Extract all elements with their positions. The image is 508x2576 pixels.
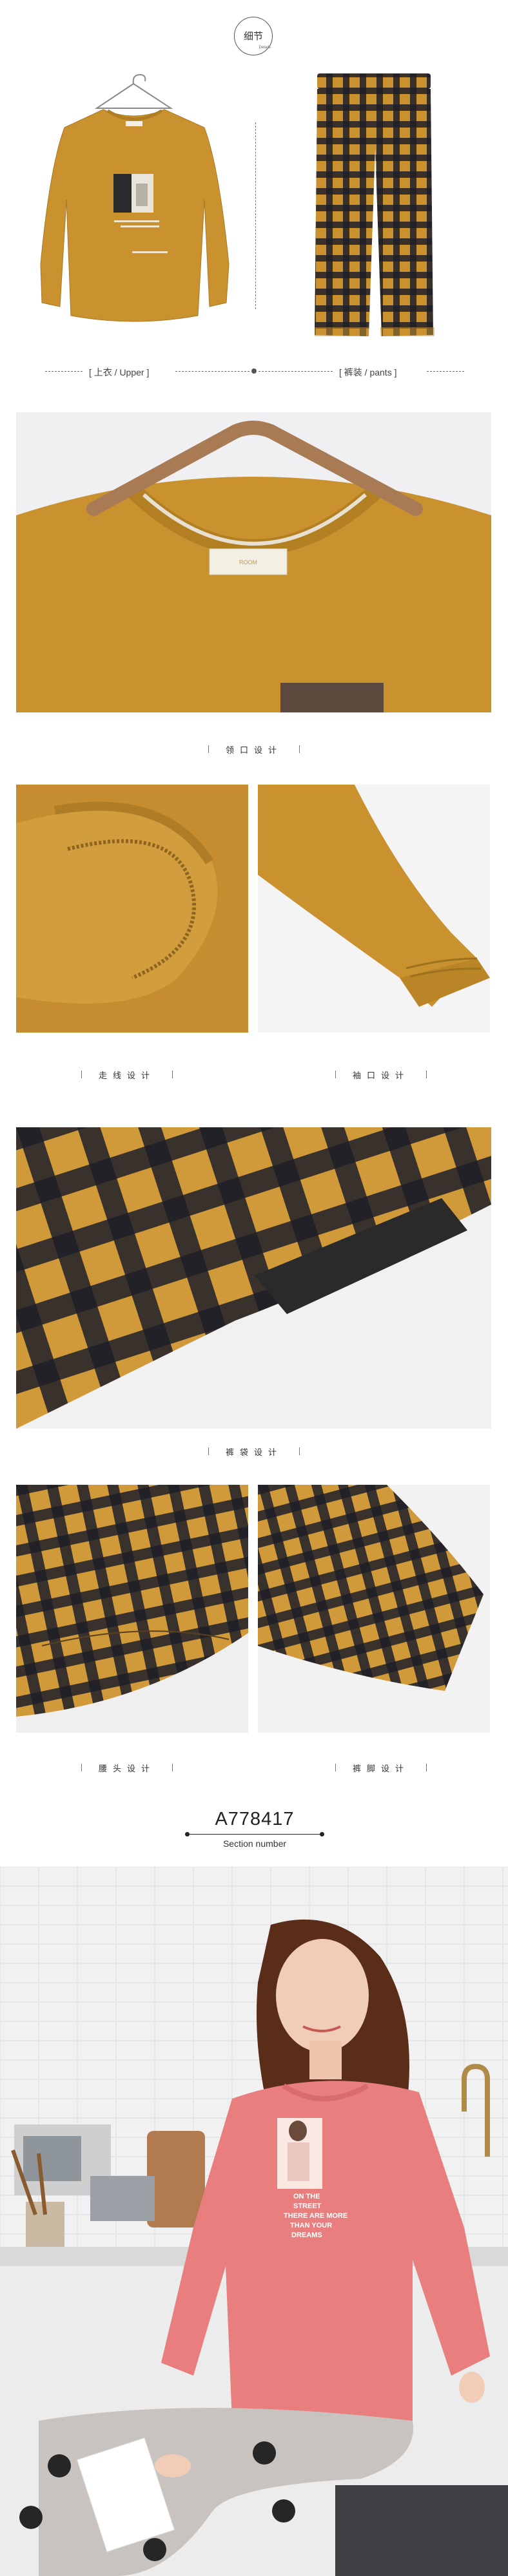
- details-badge-subtitle: Details: [259, 46, 271, 50]
- model-print-line-5: DREAMS: [291, 2231, 322, 2239]
- collar-photo: ROOM: [16, 412, 491, 712]
- caption-pocket: 裤袋设计: [225, 1447, 282, 1458]
- waist-photo: [16, 1485, 248, 1733]
- details-badge: 细节 Details: [234, 17, 273, 55]
- model-print-line-3: THERE ARE MORE: [284, 2212, 347, 2220]
- section-number-block: A778417 Section number: [185, 1809, 324, 1849]
- caption-tick-right: [426, 1071, 427, 1078]
- caption-pocket-row: 裤袋设计: [0, 1445, 508, 1458]
- divider-dashed: [255, 122, 256, 309]
- flat-lay-caption-row: [ 上衣 / Upper ] [ 裤装 / pants ]: [45, 365, 464, 377]
- collar-label: ROOM: [239, 559, 257, 566]
- model-print-line-2: STREET: [293, 2202, 322, 2210]
- section-code: A778417: [215, 1809, 295, 1829]
- model-print-line-1: ON THE: [293, 2193, 320, 2200]
- caption-upper: [ 上衣 / Upper ]: [89, 367, 150, 377]
- caption-hem: 裤脚设计: [352, 1764, 409, 1774]
- caption-stitch-row: 走线设计: [0, 1068, 254, 1081]
- caption-hem-row: 裤脚设计: [254, 1761, 508, 1774]
- caption-pants: [ 裤装 / pants ]: [339, 367, 397, 377]
- section-label: Section number: [222, 1838, 287, 1849]
- caption-tick-right: [426, 1764, 427, 1771]
- caption-tick-left: [81, 1071, 82, 1078]
- caption-tick-left: [335, 1764, 336, 1771]
- flat-lay-pants: [309, 71, 438, 354]
- caption-tick-left: [81, 1764, 82, 1771]
- cuff-photo: [258, 785, 490, 1033]
- stitch-photo: [16, 785, 248, 1033]
- caption-waist-row: 腰头设计: [0, 1761, 254, 1774]
- caption-tick-left: [208, 1447, 209, 1455]
- section-rule: [185, 1832, 324, 1837]
- caption-collar: 领口设计: [225, 745, 282, 756]
- model-photo: ON THE STREET THERE ARE MORE THAN YOUR D…: [0, 1867, 508, 2576]
- caption-stitch: 走线设计: [98, 1071, 155, 1081]
- caption-tick-right: [299, 1447, 300, 1455]
- caption-tick-right: [172, 1071, 173, 1078]
- caption-cuff-row: 袖口设计: [254, 1068, 508, 1081]
- details-badge-title: 细节: [243, 30, 263, 42]
- flat-lay-top: [35, 71, 232, 329]
- hem-photo: [258, 1485, 490, 1733]
- caption-tick-left: [208, 745, 209, 753]
- pocket-photo: [16, 1127, 491, 1429]
- caption-cuff: 袖口设计: [352, 1071, 409, 1081]
- caption-tick-left: [335, 1071, 336, 1078]
- caption-collar-row: 领口设计: [0, 743, 508, 756]
- caption-tick-right: [299, 745, 300, 753]
- model-print-line-4: THAN YOUR: [290, 2222, 332, 2229]
- caption-center-dot: [251, 368, 257, 374]
- caption-tick-right: [172, 1764, 173, 1771]
- caption-waist: 腰头设计: [98, 1764, 155, 1774]
